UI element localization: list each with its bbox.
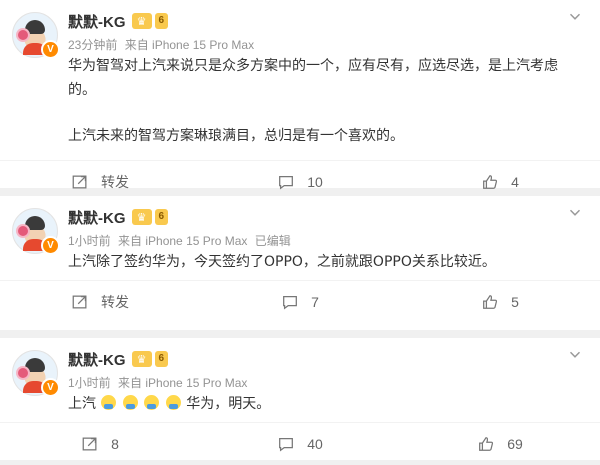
chevron-down-icon[interactable] (566, 204, 584, 222)
post-paragraph: 上汽未来的智驾方案琳琅满目，总归是有一个喜欢的。 (68, 128, 404, 144)
comment-icon (279, 437, 294, 452)
post-text-start: 上汽 (68, 396, 96, 412)
worker-emoji-icon (144, 395, 160, 410)
crown-icon: ♛ (131, 351, 152, 367)
post-time[interactable]: 1小时前 (68, 376, 111, 390)
repost-button[interactable]: 转发 (0, 292, 200, 312)
verified-badge: V (41, 40, 60, 59)
comment-count: 40 (307, 436, 323, 452)
post-source: 来自 iPhone 15 Pro Max (124, 38, 255, 52)
crown-icon: ♛ (131, 13, 152, 29)
post-text: 上汽除了签约华为，今天签约了OPPO，之前就跟OPPO关系比较近。 (68, 248, 580, 274)
post-meta: 23分钟前 来自 iPhone 15 Pro Max (68, 36, 580, 53)
like-button[interactable]: 69 (400, 435, 600, 453)
post-text: 上汽 华为，明天。 (68, 390, 580, 416)
post-card: V 默默-KG ♛ 6 1小时前 来自 iPhone 15 Pro Max 已编… (0, 196, 600, 330)
repost-button[interactable]: 8 (0, 435, 200, 453)
like-count: 4 (511, 174, 519, 190)
worker-emoji-icon (122, 395, 138, 410)
level-badge: 6 (154, 351, 169, 367)
avatar[interactable]: V (12, 350, 60, 397)
post-paragraph: 上汽除了签约华为，今天签约了OPPO，之前就跟OPPO关系比较近。 (68, 254, 496, 270)
thumbs-up-icon (479, 437, 494, 451)
comment-button[interactable]: 10 (200, 173, 400, 191)
chevron-down-icon[interactable] (566, 8, 584, 26)
repost-count: 8 (111, 436, 119, 452)
crown-icon: ♛ (131, 209, 152, 225)
comment-count: 7 (311, 294, 319, 310)
post-source: 来自 iPhone 15 Pro Max (118, 234, 248, 248)
comment-count: 10 (307, 174, 323, 190)
like-count: 69 (507, 436, 523, 452)
level-badge: 6 (154, 13, 169, 29)
repost-icon (72, 175, 87, 189)
post-header: 默默-KG ♛ 6 23分钟前 来自 iPhone 15 Pro Max (68, 10, 581, 53)
author-name[interactable]: 默默-KG (68, 349, 126, 370)
post-header: 默默-KG ♛ 6 1小时前 来自 iPhone 15 Pro Max (68, 348, 581, 391)
weibo-feed: V 默默-KG ♛ 6 23分钟前 来自 iPhone 15 Pro Max 华… (0, 0, 600, 460)
worker-emoji-icon (165, 395, 181, 410)
thumbs-up-icon (483, 295, 498, 309)
thumbs-up-icon (483, 175, 498, 189)
worker-emoji-icon (101, 395, 117, 410)
level-badge: 6 (154, 209, 169, 225)
repost-icon (72, 295, 87, 309)
post-paragraph: 上汽 华为，明天。 (68, 392, 580, 416)
chevron-down-icon[interactable] (566, 346, 584, 364)
repost-button[interactable]: 转发 (0, 172, 200, 192)
post-card: V 默默-KG ♛ 6 23分钟前 来自 iPhone 15 Pro Max 华… (0, 0, 600, 191)
edited-label[interactable]: 已编辑 (255, 234, 291, 248)
post-source: 来自 iPhone 15 Pro Max (118, 376, 248, 390)
comment-button[interactable]: 7 (200, 293, 400, 311)
author-name[interactable]: 默默-KG (68, 11, 126, 32)
post-card: V 默默-KG ♛ 6 1小时前 来自 iPhone 15 Pro Max 上汽 (0, 338, 600, 460)
comment-button[interactable]: 40 (200, 435, 400, 453)
post-actions: 转发 7 5 (0, 280, 600, 323)
avatar[interactable]: V (12, 208, 60, 255)
post-header: 默默-KG ♛ 6 1小时前 来自 iPhone 15 Pro Max 已编辑 (68, 206, 581, 249)
post-meta: 1小时前 来自 iPhone 15 Pro Max 已编辑 (68, 232, 580, 249)
post-meta: 1小时前 来自 iPhone 15 Pro Max (68, 374, 580, 391)
author-name[interactable]: 默默-KG (68, 207, 126, 228)
like-button[interactable]: 5 (400, 293, 600, 311)
verified-badge: V (41, 378, 60, 397)
repost-icon (82, 437, 97, 451)
repost-label: 转发 (101, 294, 129, 310)
comment-icon (283, 295, 298, 310)
post-time[interactable]: 1小时前 (68, 234, 111, 248)
post-text-end: 华为，明天。 (186, 396, 271, 412)
like-count: 5 (511, 294, 519, 310)
like-button[interactable]: 4 (400, 173, 600, 191)
avatar[interactable]: V (12, 12, 60, 59)
post-actions: 8 40 69 (0, 422, 600, 465)
post-text: 华为智驾对上汽来说只是众多方案中的一个，应有尽有，应选尽选，是上汽考虑的。 上汽… (68, 52, 580, 148)
post-time[interactable]: 23分钟前 (68, 38, 117, 52)
post-paragraph: 华为智驾对上汽来说只是众多方案中的一个，应有尽有，应选尽选，是上汽考虑的。 (68, 58, 558, 98)
repost-label: 转发 (101, 174, 129, 190)
verified-badge: V (41, 236, 60, 255)
comment-icon (279, 175, 294, 190)
